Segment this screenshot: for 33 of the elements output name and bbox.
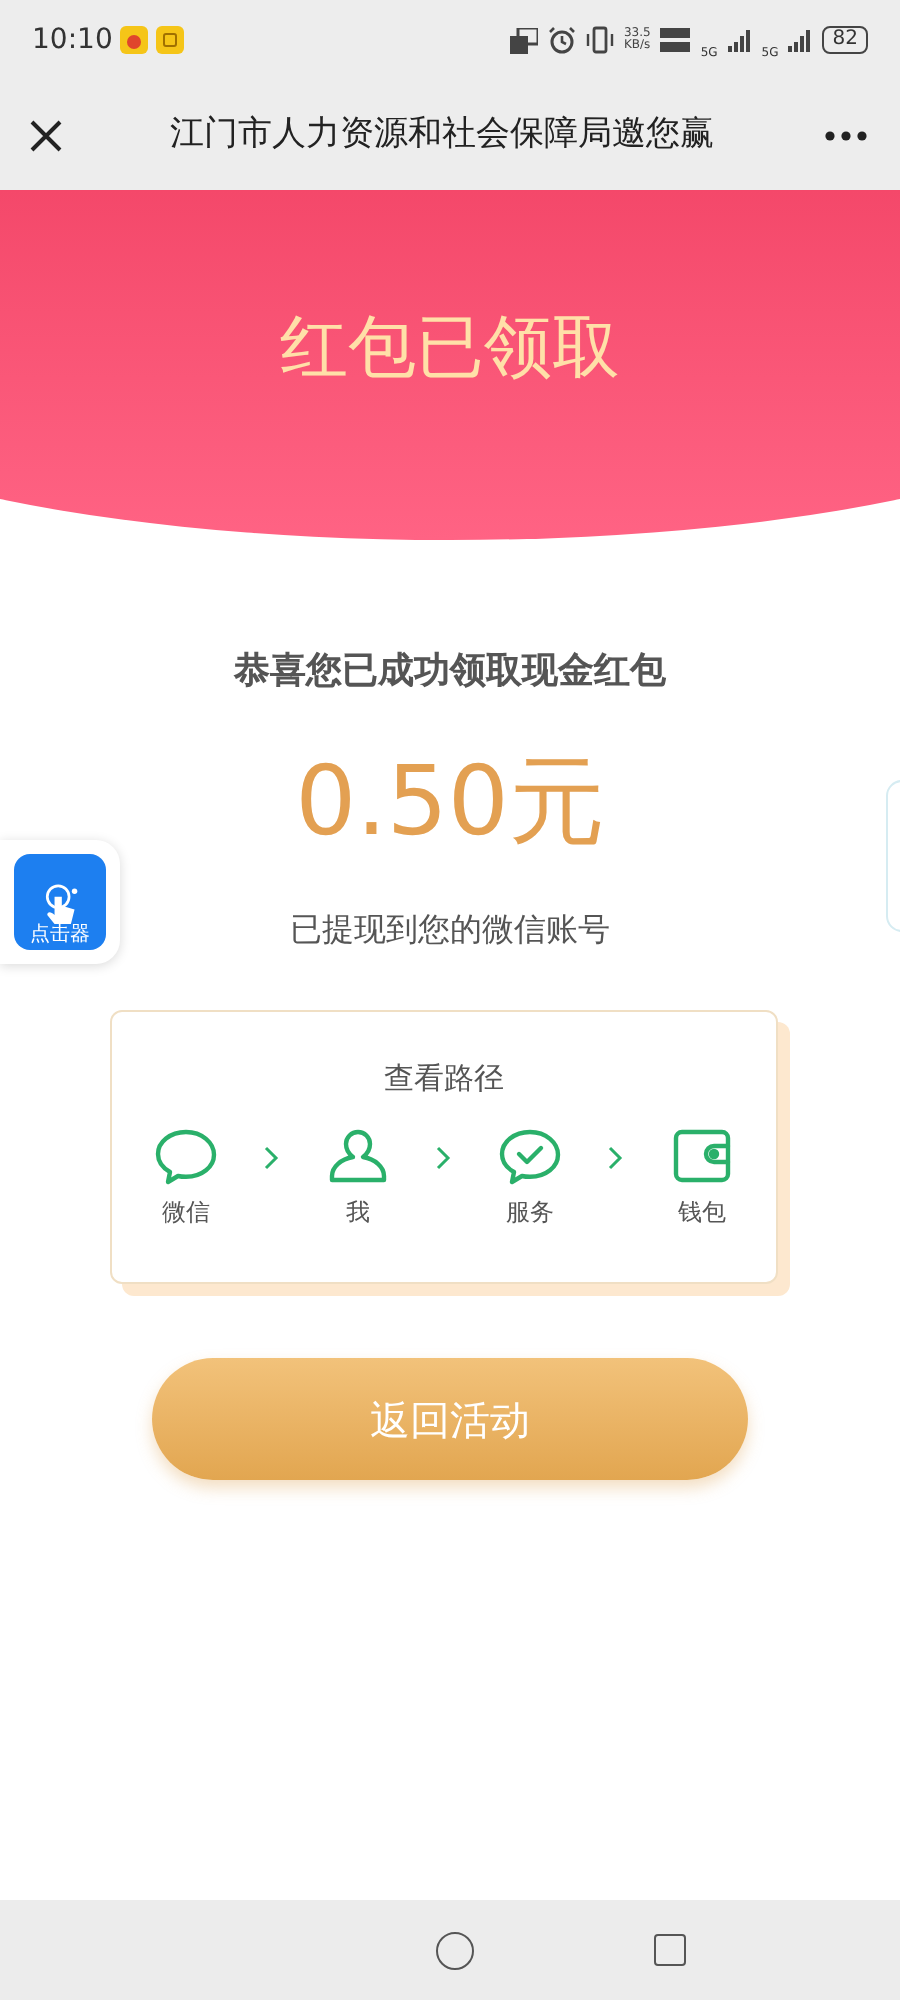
home-button[interactable] — [435, 1931, 473, 1969]
step-label: 微信 — [162, 1195, 210, 1229]
banner-title: 红包已领取 — [280, 314, 620, 382]
amount: 0.50元 — [295, 754, 605, 850]
recent-apps-button[interactable] — [653, 1934, 685, 1966]
battery-level: 82 — [822, 26, 868, 54]
speech-bubble-icon — [152, 1125, 220, 1185]
checkmark-bubble-icon — [496, 1125, 564, 1185]
step-label: 钱包 — [678, 1195, 726, 1229]
tap-icon — [40, 882, 80, 926]
widget-label: 点击器 — [30, 926, 90, 946]
more-icon — [824, 129, 868, 141]
chevron-right-icon — [264, 1145, 280, 1169]
signal-icon — [727, 29, 752, 51]
card-title: 查看路径 — [384, 1058, 504, 1100]
success-headline: 恭喜您已成功领取现金红包 — [234, 648, 666, 696]
floating-widget[interactable]: 点击器 — [0, 840, 120, 964]
screen-icon — [509, 27, 538, 53]
person-icon — [324, 1125, 392, 1185]
notification-icon — [156, 26, 185, 54]
vibrate-icon — [585, 26, 614, 54]
wallet-icon — [668, 1125, 736, 1185]
step-label: 服务 — [506, 1195, 554, 1229]
page-title: 江门市人力资源和社会保障局邀您赢 — [170, 111, 714, 158]
close-icon — [28, 117, 64, 153]
notification-icon — [120, 26, 149, 54]
chevron-right-icon — [608, 1145, 624, 1169]
withdraw-note: 已提现到您的微信账号 — [290, 908, 610, 952]
chevron-right-icon — [436, 1145, 452, 1169]
alarm-icon — [547, 26, 576, 54]
signal-icon — [788, 29, 813, 51]
clock-time: 10:10 — [32, 21, 113, 59]
step-label: 我 — [346, 1195, 370, 1229]
